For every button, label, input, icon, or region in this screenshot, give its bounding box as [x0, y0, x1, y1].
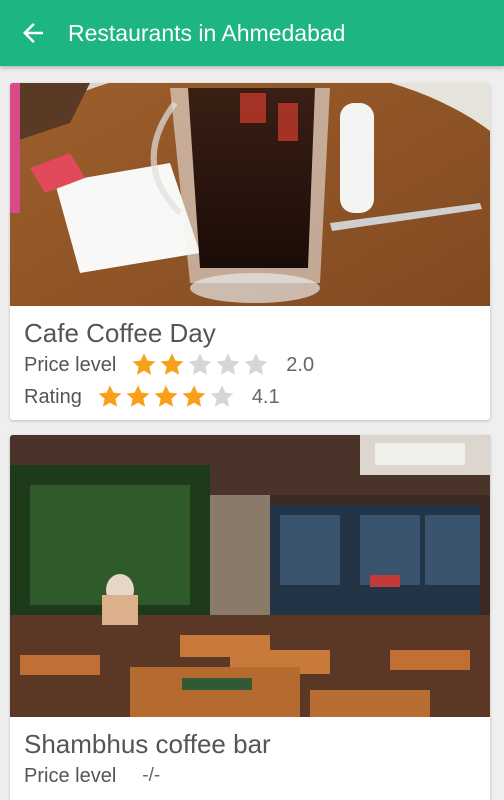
restaurant-name: Cafe Coffee Day [24, 318, 216, 348]
star-filled-icon [154, 385, 178, 407]
restaurant-name: Shambhus coffee bar [24, 729, 271, 759]
star-empty-icon [188, 353, 212, 375]
rating-label: Rating [24, 385, 82, 408]
star-empty-icon [216, 353, 240, 375]
rating-row: Rating 4.1 [24, 381, 490, 413]
star-filled-icon [98, 385, 122, 407]
price-level-value: 2.0 [286, 353, 315, 376]
price-level-row: Price level -/- [24, 760, 490, 792]
app-bar: Restaurants in Ahmedabad [0, 0, 504, 66]
price-level-label: Price level [24, 764, 117, 787]
star-filled-icon [182, 385, 206, 407]
star-filled-icon [160, 353, 184, 375]
price-level-row: Price level 2.0 [24, 349, 490, 381]
rating-stars [96, 383, 236, 411]
price-level-label: Price level [24, 353, 117, 376]
price-level-value: -/- [142, 765, 161, 786]
rating-value: 4.1 [251, 385, 280, 408]
arrow-back-icon [23, 23, 43, 43]
restaurant-photo [10, 83, 490, 306]
price-level-stars [130, 351, 270, 379]
star-filled-icon [126, 385, 150, 407]
restaurant-photo [10, 435, 490, 717]
star-filled-icon [132, 353, 156, 375]
star-empty-icon [244, 353, 268, 375]
restaurant-card[interactable]: Shambhus coffee bar Price level -/- [10, 435, 490, 800]
star-empty-icon [210, 385, 234, 407]
back-button[interactable] [0, 0, 66, 66]
page-title: Restaurants in Ahmedabad [68, 19, 346, 46]
restaurant-card[interactable]: Cafe Coffee Day Price level 2.0 Rating 4… [10, 83, 490, 420]
